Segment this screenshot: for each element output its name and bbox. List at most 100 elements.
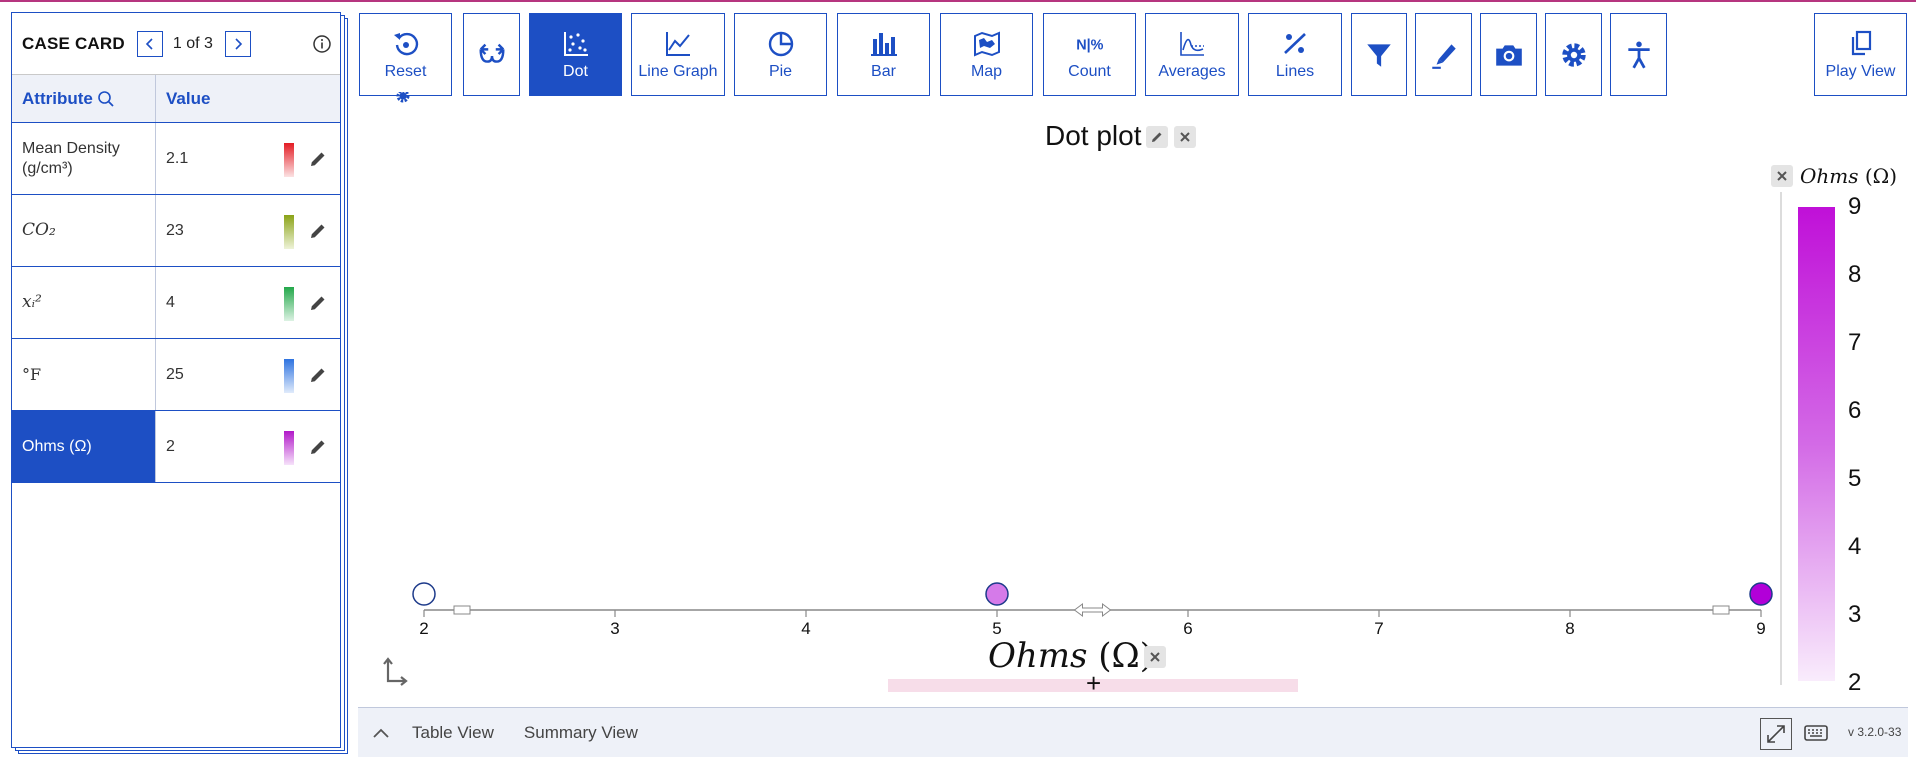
reset-button[interactable]: Reset <box>359 13 452 96</box>
case-card: CASE CARD 1 of 3 Attribute Value Mean De… <box>11 12 341 748</box>
close-icon <box>1777 171 1787 181</box>
bar-button[interactable]: Bar <box>837 13 930 96</box>
axis-lower-handle[interactable] <box>453 605 471 615</box>
chevron-right-icon <box>235 37 243 50</box>
line-graph-icon <box>666 31 690 56</box>
legend-color-scale[interactable] <box>1798 207 1835 681</box>
filter-button[interactable] <box>1351 13 1407 96</box>
legend-title[interactable]: Ohms (Ω) <box>1800 164 1897 188</box>
color-swatch[interactable] <box>284 287 294 321</box>
legend-tick: 6 <box>1848 397 1862 424</box>
summary-view-tab[interactable]: Summary View <box>524 723 638 743</box>
value-column-header: Value <box>166 88 211 108</box>
legend-tick: 9 <box>1848 193 1862 220</box>
pencil-icon[interactable] <box>308 365 328 385</box>
remove-legend-button[interactable] <box>1771 165 1793 187</box>
gear-icon[interactable] <box>394 92 412 106</box>
legend-tick: 2 <box>1848 669 1862 696</box>
map-icon <box>973 30 1000 57</box>
bottom-bar: Table View Summary View v 3.2.0-33 <box>358 707 1908 757</box>
accessibility-button[interactable] <box>1610 13 1667 96</box>
expand-button[interactable] <box>1760 718 1792 750</box>
attribute-value[interactable]: 2 <box>166 438 175 456</box>
legend-tick: 8 <box>1848 261 1862 288</box>
dot-plot-icon <box>563 31 588 56</box>
legend-attribute: Ohms <box>1800 164 1859 188</box>
expand-icon <box>1767 725 1785 743</box>
add-attribute-plus[interactable]: + <box>1086 670 1101 696</box>
attribute-value[interactable]: 25 <box>166 366 184 384</box>
data-point[interactable] <box>412 582 436 606</box>
attribute-value[interactable]: 23 <box>166 222 184 240</box>
play-view-label: Play View <box>1825 62 1896 80</box>
attribute-name[interactable]: Ohms (Ω) <box>12 411 156 482</box>
data-point[interactable] <box>1749 582 1773 606</box>
remove-axis-attribute-button[interactable] <box>1144 646 1166 668</box>
draw-button[interactable] <box>1415 13 1472 96</box>
dot-plot-button[interactable]: Dot <box>529 13 622 96</box>
settings-button[interactable] <box>1545 13 1602 96</box>
pie-button[interactable]: Pie <box>734 13 827 96</box>
pencil-icon[interactable] <box>308 437 328 457</box>
table-view-tab[interactable]: Table View <box>412 723 494 743</box>
axis-tick-label: 4 <box>801 619 810 638</box>
attribute-name[interactable]: Mean Density (g/cm³) <box>12 123 156 194</box>
axis-tick-label: 7 <box>1374 619 1383 638</box>
keyboard-icon[interactable] <box>1804 722 1828 744</box>
camera-button[interactable] <box>1480 13 1537 96</box>
attribute-row-x-squared[interactable]: xᵢ² 4 <box>12 267 340 339</box>
attribute-column-header[interactable]: Attribute <box>12 75 156 122</box>
averages-button[interactable]: Averages <box>1145 13 1239 96</box>
line-graph-label: Line Graph <box>638 62 718 80</box>
color-swatch[interactable] <box>284 431 294 465</box>
pencil-icon[interactable] <box>308 293 328 313</box>
x-axis-label[interactable]: Ohms (Ω) <box>988 636 1153 676</box>
axis-tick-label: 2 <box>419 619 428 638</box>
close-icon <box>1180 132 1190 142</box>
legend-unit: (Ω) <box>1864 164 1898 188</box>
dot-plot-axis[interactable]: 23456789 <box>400 570 1800 640</box>
legend-divider <box>1780 192 1782 685</box>
search-icon[interactable] <box>97 90 115 108</box>
attribute-name[interactable]: CO₂ <box>12 195 156 266</box>
count-button[interactable]: N|% Count <box>1043 13 1136 96</box>
info-icon[interactable] <box>312 34 332 54</box>
attribute-row-fahrenheit[interactable]: °F 25 <box>12 339 340 411</box>
case-card-title: CASE CARD <box>22 33 125 53</box>
attribute-row-mean-density[interactable]: Mean Density (g/cm³) 2.1 <box>12 123 340 195</box>
map-button[interactable]: Map <box>940 13 1033 96</box>
axis-upper-handle[interactable] <box>1712 605 1730 615</box>
axis-drag-arrow[interactable] <box>1073 603 1112 617</box>
axis-tick-label: 9 <box>1756 619 1765 638</box>
undo-redo-button[interactable] <box>463 13 520 96</box>
attribute-row-ohms[interactable]: Ohms (Ω) 2 <box>12 411 340 483</box>
attribute-row-co2[interactable]: CO₂ 23 <box>12 195 340 267</box>
hide-title-button[interactable] <box>1174 126 1196 148</box>
averages-icon <box>1180 31 1204 56</box>
attribute-name[interactable]: xᵢ² <box>12 267 156 338</box>
legend-tick: 3 <box>1848 601 1862 628</box>
pencil-icon[interactable] <box>308 221 328 241</box>
line-graph-button[interactable]: Line Graph <box>631 13 725 96</box>
play-view-button[interactable]: Play View <box>1814 13 1907 96</box>
lines-button[interactable]: Lines <box>1248 13 1342 96</box>
attribute-value[interactable]: 4 <box>166 294 175 312</box>
next-case-button[interactable] <box>224 30 251 57</box>
pencil-icon[interactable] <box>308 149 328 169</box>
axis-tick-label: 8 <box>1565 619 1574 638</box>
graph-title[interactable]: Dot plot <box>1045 120 1142 152</box>
chevron-up-icon[interactable] <box>370 722 392 744</box>
map-label: Map <box>970 62 1003 80</box>
data-point[interactable] <box>985 582 1009 606</box>
color-swatch[interactable] <box>284 359 294 393</box>
prev-case-button[interactable] <box>136 30 163 57</box>
marker-pen-icon <box>1431 43 1456 69</box>
dot-plot-label: Dot <box>563 62 588 80</box>
color-swatch[interactable] <box>284 215 294 249</box>
color-swatch[interactable] <box>284 143 294 177</box>
edit-title-button[interactable] <box>1146 126 1168 148</box>
attribute-header-label: Attribute <box>22 88 93 108</box>
axis-swap-icon[interactable] <box>380 655 408 687</box>
attribute-name[interactable]: °F <box>12 339 156 410</box>
attribute-value[interactable]: 2.1 <box>166 150 188 168</box>
